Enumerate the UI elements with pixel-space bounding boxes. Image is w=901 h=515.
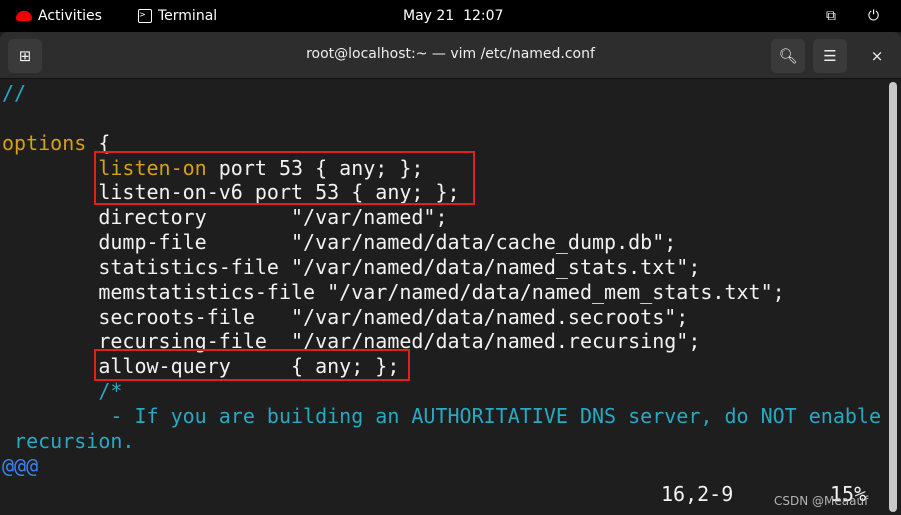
vim-buffer[interactable]: //options { listen-on port 53 { any; }; … bbox=[2, 81, 881, 479]
code-token: dump-file "/var/named/data/cache_dump.db… bbox=[2, 230, 677, 255]
code-line: statistics-file "/var/named/data/named_s… bbox=[2, 255, 881, 280]
window-title: root@localhost:~ — vim /etc/named.conf bbox=[306, 46, 595, 62]
search-button[interactable]: 🔍︎ bbox=[771, 39, 805, 73]
code-line: /* bbox=[2, 379, 881, 404]
close-button[interactable]: × bbox=[860, 39, 894, 73]
terminal-icon: > bbox=[138, 9, 152, 23]
scrollbar[interactable] bbox=[889, 82, 897, 512]
code-token: - If you are building an AUTHORITATIVE D… bbox=[2, 403, 881, 428]
highlight-box-allow-query bbox=[94, 349, 410, 381]
clock-label: May 21 12:07 bbox=[403, 8, 504, 24]
power-icon[interactable]: ⏻ bbox=[868, 8, 879, 24]
code-token: @@@ bbox=[2, 453, 39, 478]
menu-button[interactable]: ☰ bbox=[813, 39, 847, 73]
code-line: secroots-file "/var/named/data/named.sec… bbox=[2, 305, 881, 330]
code-token: recursion. bbox=[2, 428, 135, 453]
search-icon: 🔍︎ bbox=[778, 47, 798, 65]
watermark: CSDN @Meaauf bbox=[774, 494, 869, 508]
code-line: memstatistics-file "/var/named/data/name… bbox=[2, 280, 881, 305]
redhat-icon bbox=[16, 11, 32, 21]
code-line: @@@ bbox=[2, 454, 881, 479]
code-token: /* bbox=[2, 379, 123, 404]
highlight-box-listen bbox=[94, 151, 475, 205]
code-line: // bbox=[2, 81, 881, 106]
code-token: memstatistics-file "/var/named/data/name… bbox=[2, 279, 785, 304]
clock[interactable]: May 21 12:07 bbox=[403, 8, 503, 24]
activities-button[interactable]: Activities bbox=[16, 8, 102, 24]
app-menu-terminal[interactable]: > Terminal bbox=[138, 8, 217, 24]
close-icon: × bbox=[870, 47, 884, 65]
code-token: secroots-file "/var/named/data/named.sec… bbox=[2, 304, 689, 329]
code-token: directory "/var/named"; bbox=[2, 205, 448, 230]
network-icon[interactable]: ⧉ bbox=[826, 8, 836, 24]
top-bar: Activities > Terminal May 21 12:07 ⧉ ⏻ bbox=[0, 0, 901, 32]
code-line: dump-file "/var/named/data/cache_dump.db… bbox=[2, 230, 881, 255]
terminal-window: ⊞ root@localhost:~ — vim /etc/named.conf… bbox=[0, 32, 901, 515]
app-label: Terminal bbox=[158, 8, 218, 24]
code-line: - If you are building an AUTHORITATIVE D… bbox=[2, 404, 881, 429]
code-line: recursion. bbox=[2, 429, 881, 454]
activities-label: Activities bbox=[38, 8, 102, 24]
code-token: options bbox=[2, 130, 87, 155]
code-token: statistics-file "/var/named/data/named_s… bbox=[2, 254, 701, 279]
hamburger-icon: ☰ bbox=[823, 47, 837, 65]
window-header: ⊞ root@localhost:~ — vim /etc/named.conf… bbox=[0, 32, 901, 79]
code-token: // bbox=[2, 81, 27, 105]
cursor-position: 16,2-9 bbox=[661, 482, 734, 506]
code-line: directory "/var/named"; bbox=[2, 205, 881, 230]
